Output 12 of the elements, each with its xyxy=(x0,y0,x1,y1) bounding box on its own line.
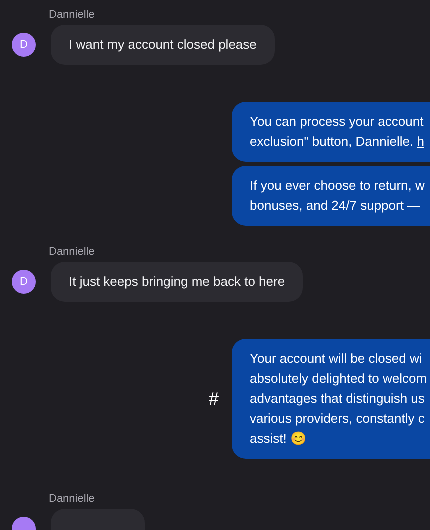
hash-symbol: # xyxy=(208,388,220,410)
link[interactable]: h xyxy=(417,134,424,149)
message-bubble: Your account will be closed wi absolutely delighted to welcom advantages that distinguish us various providers, constantly c assist! 😊 xyxy=(232,339,430,459)
message-bubble: You can process your account exclusion" button, Dannielle. h xyxy=(232,102,430,162)
message-bubble: It just keeps bringing me back to here xyxy=(51,262,304,302)
message-bubble: I want my account closed please xyxy=(51,25,275,65)
sender-name: Dannielle xyxy=(49,9,95,21)
sender-name: Dannielle xyxy=(49,246,95,258)
avatar: D xyxy=(12,33,36,57)
avatar: D xyxy=(12,270,36,294)
sender-name: Dannielle xyxy=(49,493,95,505)
message-bubble: If you ever choose to return, w bonuses, and 24/7 support — xyxy=(232,166,430,226)
